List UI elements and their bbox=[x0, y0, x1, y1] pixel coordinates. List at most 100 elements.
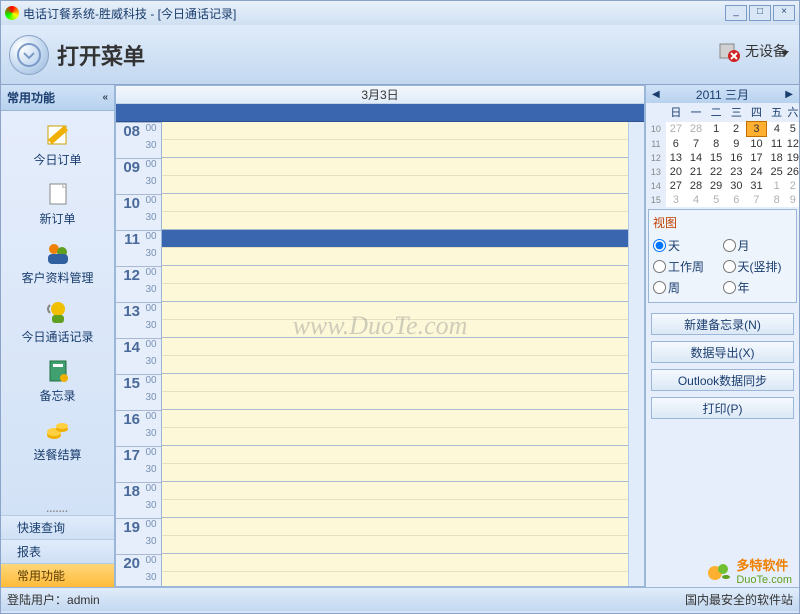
calendar-day[interactable]: 5 bbox=[706, 193, 726, 207]
time-slot[interactable] bbox=[162, 158, 628, 176]
view-option-天(竖排)[interactable]: 天(竖排) bbox=[723, 256, 793, 277]
time-slot[interactable] bbox=[162, 248, 628, 266]
time-slot[interactable] bbox=[162, 428, 628, 446]
calendar-day[interactable]: 26 bbox=[787, 165, 799, 179]
time-slot[interactable] bbox=[162, 446, 628, 464]
time-slot[interactable] bbox=[162, 536, 628, 554]
calendar-day[interactable]: 30 bbox=[726, 179, 746, 193]
calendar-day[interactable]: 24 bbox=[746, 165, 766, 179]
calendar-day[interactable]: 14 bbox=[686, 151, 706, 165]
calendar-day[interactable]: 8 bbox=[767, 193, 787, 207]
action-Outlook数据同步[interactable]: Outlook数据同步 bbox=[651, 369, 794, 391]
time-slot[interactable] bbox=[162, 320, 628, 338]
calendar-day[interactable]: 27 bbox=[666, 122, 686, 137]
view-option-周[interactable]: 周 bbox=[653, 277, 723, 298]
calendar-day[interactable]: 28 bbox=[686, 179, 706, 193]
calendar-day[interactable]: 21 bbox=[686, 165, 706, 179]
time-slot[interactable] bbox=[162, 410, 628, 428]
view-option-年[interactable]: 年 bbox=[723, 277, 793, 298]
time-slot[interactable] bbox=[162, 176, 628, 194]
view-option-月[interactable]: 月 bbox=[723, 235, 793, 256]
prev-month-button[interactable]: ◀ bbox=[652, 89, 660, 100]
minimize-button[interactable]: _ bbox=[725, 5, 747, 21]
sidebar-item-call-log[interactable]: 今日通话记录 bbox=[1, 292, 114, 351]
calendar-day[interactable]: 6 bbox=[666, 137, 686, 152]
app-menu-orb[interactable] bbox=[9, 35, 49, 75]
calendar-day[interactable]: 11 bbox=[767, 137, 787, 152]
time-grid[interactable]: 0800300900301000301100301200301300301400… bbox=[116, 122, 628, 586]
calendar-day[interactable]: 3 bbox=[666, 193, 686, 207]
time-slot[interactable] bbox=[162, 122, 628, 140]
time-slot[interactable] bbox=[162, 374, 628, 392]
calendar-day[interactable]: 27 bbox=[666, 179, 686, 193]
calendar-day[interactable]: 18 bbox=[767, 151, 787, 165]
view-option-天[interactable]: 天 bbox=[653, 235, 723, 256]
calendar-day[interactable]: 19 bbox=[787, 151, 799, 165]
new-order-icon bbox=[43, 180, 73, 208]
calendar-day[interactable]: 3 bbox=[746, 122, 766, 137]
calendar-day[interactable]: 2 bbox=[726, 122, 746, 137]
time-slot[interactable] bbox=[162, 500, 628, 518]
next-month-button[interactable]: ▶ bbox=[785, 89, 793, 100]
calendar-day[interactable]: 28 bbox=[686, 122, 706, 137]
close-button[interactable]: × bbox=[773, 5, 795, 21]
calendar-day[interactable]: 8 bbox=[706, 137, 726, 152]
time-slot[interactable] bbox=[162, 230, 628, 248]
action-新建备忘录(N)[interactable]: 新建备忘录(N) bbox=[651, 313, 794, 335]
calendar-day[interactable]: 17 bbox=[746, 151, 766, 165]
sidebar-item-new-order[interactable]: 新订单 bbox=[1, 174, 114, 233]
calendar-day[interactable]: 1 bbox=[767, 179, 787, 193]
time-slot[interactable] bbox=[162, 464, 628, 482]
calendar-day[interactable]: 12 bbox=[787, 137, 799, 152]
device-status[interactable]: 无设备 bbox=[717, 39, 787, 63]
calendar-day[interactable]: 25 bbox=[767, 165, 787, 179]
calendar-day[interactable]: 9 bbox=[787, 193, 799, 207]
calendar-day[interactable]: 10 bbox=[746, 137, 766, 152]
sidebar-item-memo[interactable]: 备忘录 bbox=[1, 351, 114, 410]
sidebar-item-customers[interactable]: 客户资料管理 bbox=[1, 233, 114, 292]
nav-报表[interactable]: 报表 bbox=[1, 539, 114, 563]
calendar-day[interactable]: 15 bbox=[706, 151, 726, 165]
time-slot[interactable] bbox=[162, 554, 628, 572]
calendar-day[interactable]: 31 bbox=[746, 179, 766, 193]
time-slot[interactable] bbox=[162, 284, 628, 302]
action-打印(P)[interactable]: 打印(P) bbox=[651, 397, 794, 419]
nav-常用功能[interactable]: 常用功能 bbox=[1, 563, 114, 587]
calendar-day[interactable]: 22 bbox=[706, 165, 726, 179]
action-数据导出(X)[interactable]: 数据导出(X) bbox=[651, 341, 794, 363]
time-slot[interactable] bbox=[162, 140, 628, 158]
calendar-day[interactable]: 4 bbox=[767, 122, 787, 137]
maximize-button[interactable]: □ bbox=[749, 5, 771, 21]
calendar-day[interactable]: 16 bbox=[726, 151, 746, 165]
calendar-day[interactable]: 7 bbox=[686, 137, 706, 152]
calendar-day[interactable]: 1 bbox=[706, 122, 726, 137]
calendar-day[interactable]: 20 bbox=[666, 165, 686, 179]
view-option-工作周[interactable]: 工作周 bbox=[653, 256, 723, 277]
time-slot[interactable] bbox=[162, 518, 628, 536]
calendar-day[interactable]: 29 bbox=[706, 179, 726, 193]
time-slot[interactable] bbox=[162, 572, 628, 586]
time-slot[interactable] bbox=[162, 302, 628, 320]
calendar-day[interactable]: 4 bbox=[686, 193, 706, 207]
calendar-day[interactable]: 9 bbox=[726, 137, 746, 152]
calendar-day[interactable]: 5 bbox=[787, 122, 799, 137]
time-slot[interactable] bbox=[162, 266, 628, 284]
time-slot[interactable] bbox=[162, 194, 628, 212]
time-slot[interactable] bbox=[162, 338, 628, 356]
time-slot[interactable] bbox=[162, 392, 628, 410]
time-slot[interactable] bbox=[162, 212, 628, 230]
nav-快速查询[interactable]: 快速查询 bbox=[1, 515, 114, 539]
vertical-scrollbar[interactable] bbox=[628, 122, 644, 586]
allday-row[interactable] bbox=[116, 104, 644, 122]
calendar-day[interactable]: 2 bbox=[787, 179, 799, 193]
sidebar-item-order-today[interactable]: 今日订单 bbox=[1, 115, 114, 174]
calendar-day[interactable]: 7 bbox=[746, 193, 766, 207]
calendar-day[interactable]: 23 bbox=[726, 165, 746, 179]
time-slot[interactable] bbox=[162, 482, 628, 500]
settlement-icon bbox=[43, 416, 73, 444]
time-slot[interactable] bbox=[162, 356, 628, 374]
calendar-day[interactable]: 13 bbox=[666, 151, 686, 165]
sidebar-item-settlement[interactable]: 送餐结算 bbox=[1, 410, 114, 469]
calendar-day[interactable]: 6 bbox=[726, 193, 746, 207]
sidebar-header[interactable]: 常用功能 « bbox=[1, 85, 114, 111]
